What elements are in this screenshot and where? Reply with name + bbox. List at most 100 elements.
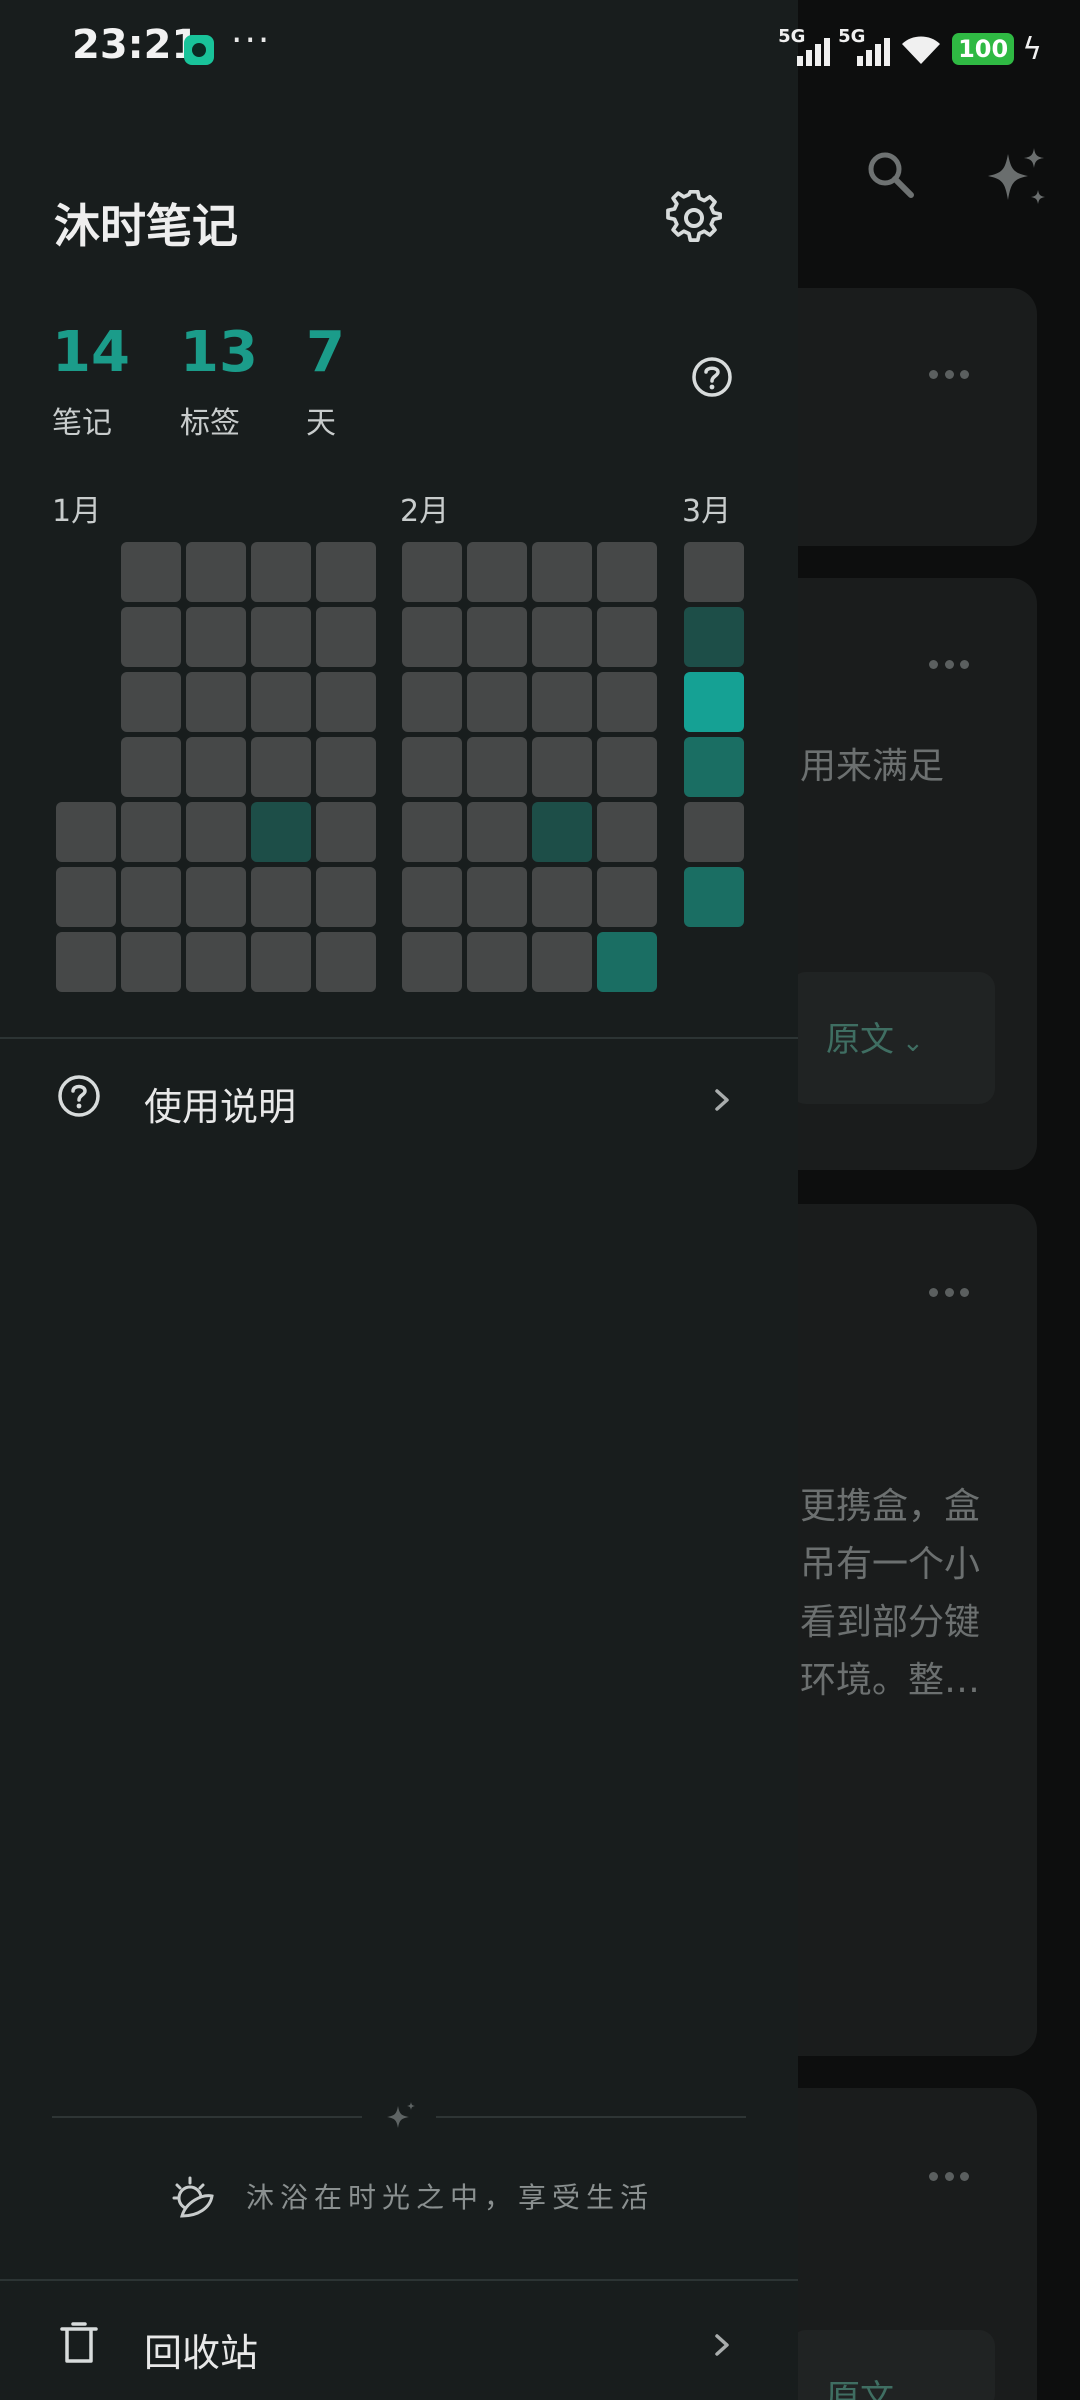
heatmap-month: 3月 bbox=[682, 494, 732, 529]
heatmap-cell bbox=[597, 802, 657, 862]
heatmap-cell bbox=[532, 802, 592, 862]
status-bar: 23:21 ··· 5G 5G 100 ϟ bbox=[0, 0, 1080, 100]
heatmap-cell bbox=[186, 737, 246, 797]
heatmap-cell bbox=[316, 932, 376, 992]
heatmap-cell bbox=[121, 802, 181, 862]
stat-notes: 14 笔记 bbox=[52, 318, 130, 442]
heatmap-cell bbox=[684, 737, 744, 797]
heatmap-cell bbox=[684, 607, 744, 667]
heatmap-month: 1月 bbox=[52, 494, 102, 529]
heatmap-cell bbox=[684, 802, 744, 862]
heatmap-cell bbox=[467, 932, 527, 992]
help-icon[interactable] bbox=[690, 355, 734, 399]
app-notification-icon bbox=[184, 35, 214, 65]
stat-value: 7 bbox=[306, 320, 345, 385]
heatmap-cell bbox=[532, 867, 592, 927]
ai-sparkle-icon[interactable] bbox=[984, 146, 1050, 210]
chevron-down-icon: ⌄ bbox=[902, 1028, 924, 1058]
heatmap-cell bbox=[532, 607, 592, 667]
more-icon[interactable] bbox=[929, 2172, 969, 2182]
settings-gear-icon[interactable] bbox=[666, 190, 722, 246]
wifi-icon bbox=[902, 36, 941, 64]
heatmap-cell bbox=[684, 672, 744, 732]
help-circle-icon bbox=[58, 1075, 100, 1117]
heatmap-cell bbox=[597, 867, 657, 927]
heatmap-cell bbox=[121, 867, 181, 927]
app-title: 沐时笔记 bbox=[54, 199, 238, 253]
chevron-right-icon bbox=[715, 1089, 729, 1111]
search-icon[interactable] bbox=[864, 148, 916, 200]
signal-icon: 5G bbox=[778, 26, 831, 70]
note-snippet-line: 环境。整… bbox=[800, 1660, 981, 1701]
heatmap-cell bbox=[56, 932, 116, 992]
stat-value: 13 bbox=[180, 320, 258, 385]
more-icon[interactable] bbox=[929, 660, 969, 670]
heatmap-cell bbox=[251, 867, 311, 927]
heatmap-cell bbox=[251, 932, 311, 992]
menu-item-instructions[interactable]: 使用说明 bbox=[0, 1040, 798, 1160]
heatmap-month: 2月 bbox=[400, 494, 450, 529]
heatmap-cell bbox=[532, 737, 592, 797]
heatmap-cell bbox=[121, 607, 181, 667]
heatmap-cell bbox=[467, 672, 527, 732]
heatmap-cell bbox=[121, 737, 181, 797]
heatmap-cell bbox=[251, 607, 311, 667]
heatmap-cell bbox=[316, 672, 376, 732]
heatmap-cell bbox=[56, 867, 116, 927]
heatmap-cell bbox=[402, 932, 462, 992]
heatmap-cell bbox=[121, 542, 181, 602]
source-label: 原文 bbox=[826, 2378, 894, 2400]
menu-item-trash[interactable]: 回收站 bbox=[0, 2282, 798, 2400]
heatmap-cell bbox=[316, 542, 376, 602]
source-label: 原文 bbox=[826, 1020, 894, 1060]
heatmap-cell bbox=[467, 542, 527, 602]
sparkle-icon bbox=[387, 2102, 415, 2128]
source-toggle[interactable]: 原文 bbox=[826, 2370, 894, 2400]
heatmap-cell bbox=[467, 802, 527, 862]
heatmap-cell bbox=[402, 542, 462, 602]
heatmap-cell bbox=[186, 867, 246, 927]
heatmap-cell bbox=[597, 607, 657, 667]
heatmap-cell bbox=[316, 607, 376, 667]
heatmap-cell bbox=[532, 542, 592, 602]
status-time: 23:21 bbox=[72, 22, 200, 68]
divider bbox=[0, 2279, 798, 2281]
divider bbox=[52, 2116, 362, 2118]
heatmap-cell bbox=[402, 672, 462, 732]
stat-value: 14 bbox=[52, 320, 130, 385]
source-toggle[interactable]: 原文 ⌄ bbox=[826, 1012, 924, 1061]
stat-label: 笔记 bbox=[52, 406, 112, 441]
divider bbox=[0, 1037, 798, 1039]
heatmap-cell bbox=[597, 542, 657, 602]
heatmap-cell bbox=[186, 672, 246, 732]
heatmap-cell bbox=[402, 737, 462, 797]
heatmap-cell bbox=[684, 542, 744, 602]
heatmap-cell bbox=[402, 802, 462, 862]
heatmap-cell bbox=[316, 737, 376, 797]
charging-icon: ϟ bbox=[1022, 31, 1042, 67]
note-snippet-line: 看到部分键 bbox=[800, 1602, 981, 1643]
menu-item-label: 使用说明 bbox=[144, 1085, 297, 1129]
more-icon[interactable] bbox=[929, 1288, 969, 1298]
heatmap-cell bbox=[316, 867, 376, 927]
menu-item-label: 回收站 bbox=[144, 2331, 259, 2375]
heatmap-cell bbox=[467, 867, 527, 927]
more-icon[interactable] bbox=[929, 370, 969, 380]
heatmap-cell bbox=[186, 932, 246, 992]
heatmap-cell bbox=[251, 802, 311, 862]
chevron-right-icon bbox=[715, 2334, 729, 2356]
heatmap-cell bbox=[56, 802, 116, 862]
heatmap-cell bbox=[186, 542, 246, 602]
stat-days: 7 天 bbox=[306, 318, 345, 442]
heatmap-cell bbox=[402, 607, 462, 667]
footer-quote: 沐浴在时光之中，享受生活 bbox=[246, 2181, 655, 2214]
heatmap-cell bbox=[467, 607, 527, 667]
heatmap-cell bbox=[121, 932, 181, 992]
heatmap-cell bbox=[684, 867, 744, 927]
stat-label: 天 bbox=[306, 406, 336, 441]
sun-leaf-icon bbox=[172, 2176, 214, 2218]
note-snippet-line: 更携盒，盒 bbox=[800, 1486, 981, 1527]
note-snippet: 用来满足 bbox=[800, 746, 945, 787]
signal-icon: 5G bbox=[838, 26, 891, 70]
heatmap-cell bbox=[597, 672, 657, 732]
